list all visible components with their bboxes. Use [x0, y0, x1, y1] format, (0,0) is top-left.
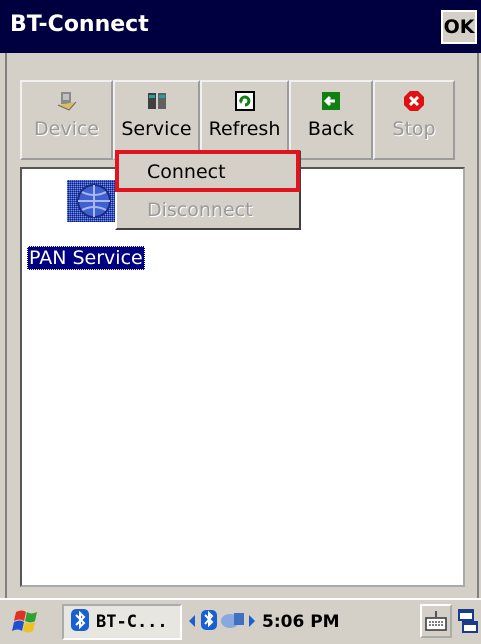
stop-label: Stop [392, 118, 436, 140]
title-bar: BT-Connect OK [0, 0, 481, 53]
device-label: Device [34, 118, 99, 140]
windows-flag-icon[interactable] [6, 606, 46, 640]
keyboard-icon[interactable] [420, 604, 452, 638]
left-arrow-icon[interactable] [188, 613, 196, 632]
taskbar: BT-C... 5:06 PM [0, 598, 481, 643]
clock-time[interactable]: 5:06 PM [262, 612, 340, 632]
right-arrow-icon[interactable] [248, 613, 256, 632]
refresh-button[interactable]: Refresh [200, 80, 289, 160]
bt-connect-task-button[interactable]: BT-C... [62, 604, 182, 640]
window-switch-icon[interactable] [458, 608, 478, 636]
service-button[interactable]: Service [113, 80, 200, 160]
pan-service-item[interactable]: PAN Service [27, 246, 145, 270]
ok-button[interactable]: OK [441, 10, 477, 44]
bluetooth-icon [70, 608, 90, 636]
bluetooth-icon[interactable] [200, 609, 218, 635]
window-title: BT-Connect [10, 12, 149, 37]
service-list: PAN Service [20, 167, 465, 587]
device-button[interactable]: Device [20, 80, 113, 160]
device-icon [55, 89, 79, 113]
context-menu: Connect Disconnect [115, 150, 301, 230]
network-icon[interactable] [220, 609, 246, 635]
service-icon [145, 89, 169, 113]
refresh-icon [233, 89, 257, 113]
task-label: BT-C... [96, 612, 168, 632]
connect-menu-item[interactable]: Connect [117, 154, 299, 190]
system-tray: 5:06 PM [188, 606, 368, 638]
service-label: Service [121, 118, 192, 140]
back-button[interactable]: Back [289, 80, 373, 160]
toolbar: Device Service Refresh Back Stop [20, 80, 455, 160]
refresh-label: Refresh [208, 118, 281, 140]
stop-icon [402, 89, 426, 113]
stop-button[interactable]: Stop [373, 80, 455, 160]
back-label: Back [307, 118, 355, 140]
back-arrow-icon [319, 89, 343, 113]
disconnect-menu-item[interactable]: Disconnect [117, 192, 299, 228]
